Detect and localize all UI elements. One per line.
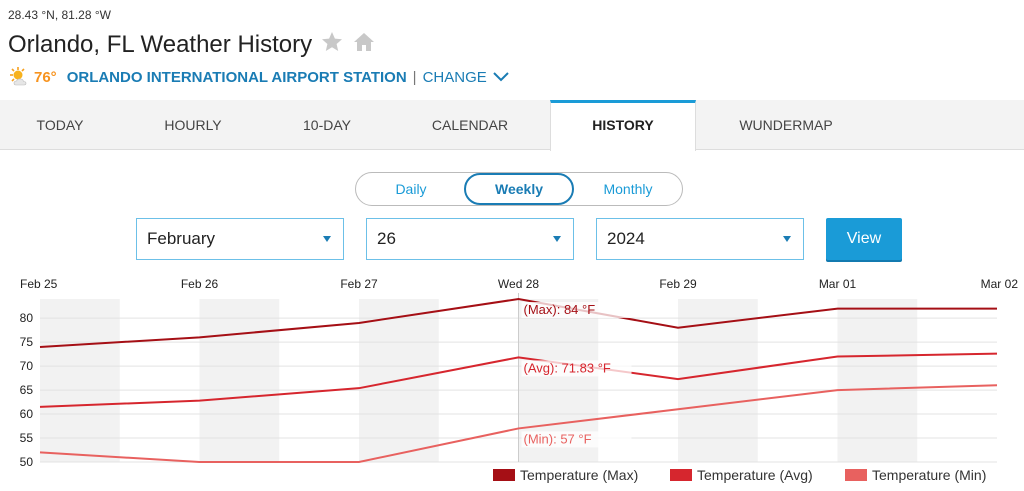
monthly-option[interactable]: Monthly xyxy=(578,173,678,205)
home-icon[interactable] xyxy=(352,30,376,59)
tooltip-label: (Min): 57 °F xyxy=(524,431,592,446)
temperature-chart: 50 55 60 65 70 75 80 Feb 25 Feb 26 Feb 27 Wed 28 Fe… xyxy=(20,277,1019,483)
tooltip-label: (Avg): 71.83 °F xyxy=(524,360,611,375)
weekly-option[interactable]: Weekly xyxy=(464,173,574,205)
y-tick-label: 50 xyxy=(20,455,34,469)
legend-swatch xyxy=(493,469,515,481)
y-tick-label: 75 xyxy=(20,335,34,349)
view-mode-toggle: Daily Weekly Monthly xyxy=(355,172,683,206)
tab-today[interactable]: TODAY xyxy=(0,100,120,150)
page-title: Orlando, FL Weather History xyxy=(8,30,313,58)
legend-label: Temperature (Avg) xyxy=(697,467,813,483)
legend-swatch xyxy=(845,469,867,481)
x-tick-label: Mar 01 xyxy=(819,277,857,291)
y-tick-label: 80 xyxy=(20,311,34,325)
dropdown-caret-icon xyxy=(553,236,561,242)
tab-hourly[interactable]: HOURLY xyxy=(128,100,258,150)
tab-calendar[interactable]: CALENDAR xyxy=(400,100,540,150)
tooltip-label: (Max): 84 °F xyxy=(524,302,596,317)
y-tick-label: 70 xyxy=(20,359,34,373)
x-tick-label: Feb 26 xyxy=(181,277,219,291)
partly-cloudy-sun-icon xyxy=(8,66,30,88)
x-tick-label: Mar 02 xyxy=(981,277,1019,291)
day-value: 26 xyxy=(377,229,396,248)
day-select[interactable]: 26 xyxy=(366,218,574,260)
title-row: Orlando, FL Weather History xyxy=(8,30,376,59)
year-select[interactable]: 2024 xyxy=(596,218,804,260)
tab-wundermap[interactable]: WUNDERMAP xyxy=(714,100,858,150)
coordinates: 28.43 °N, 81.28 °W xyxy=(8,8,111,22)
station-link[interactable]: ORLANDO INTERNATIONAL AIRPORT STATION xyxy=(67,69,407,86)
tab-bar: TODAY HOURLY 10-DAY CALENDAR HISTORY WUN… xyxy=(0,100,1024,151)
x-tick-label: Feb 25 xyxy=(20,277,58,291)
separator: | xyxy=(412,68,417,86)
y-tick-label: 65 xyxy=(20,383,34,397)
change-station-link[interactable]: CHANGE xyxy=(423,69,509,86)
view-button[interactable]: View xyxy=(826,218,902,260)
legend-swatch xyxy=(670,469,692,481)
year-value: 2024 xyxy=(607,229,645,248)
x-tick-label: Feb 27 xyxy=(340,277,378,291)
legend-label: Temperature (Max) xyxy=(520,467,638,483)
current-temperature: 76° xyxy=(34,68,57,86)
y-tick-label: 60 xyxy=(20,407,34,421)
station-row: 76° ORLANDO INTERNATIONAL AIRPORT STATIO… xyxy=(8,66,509,88)
change-label: CHANGE xyxy=(422,68,487,86)
month-value: February xyxy=(147,229,216,248)
x-tick-label: Feb 29 xyxy=(659,277,697,291)
chevron-down-icon xyxy=(493,69,509,86)
star-icon[interactable] xyxy=(320,30,344,59)
dropdown-caret-icon xyxy=(783,236,791,242)
tab-10-day[interactable]: 10-DAY xyxy=(262,100,392,150)
legend-label: Temperature (Min) xyxy=(872,467,986,483)
x-tick-label: Wed 28 xyxy=(498,277,539,291)
dropdown-caret-icon xyxy=(323,236,331,242)
daily-option[interactable]: Daily xyxy=(362,173,460,205)
y-tick-label: 55 xyxy=(20,431,34,445)
tab-history[interactable]: HISTORY xyxy=(550,100,696,151)
month-select[interactable]: February xyxy=(136,218,344,260)
